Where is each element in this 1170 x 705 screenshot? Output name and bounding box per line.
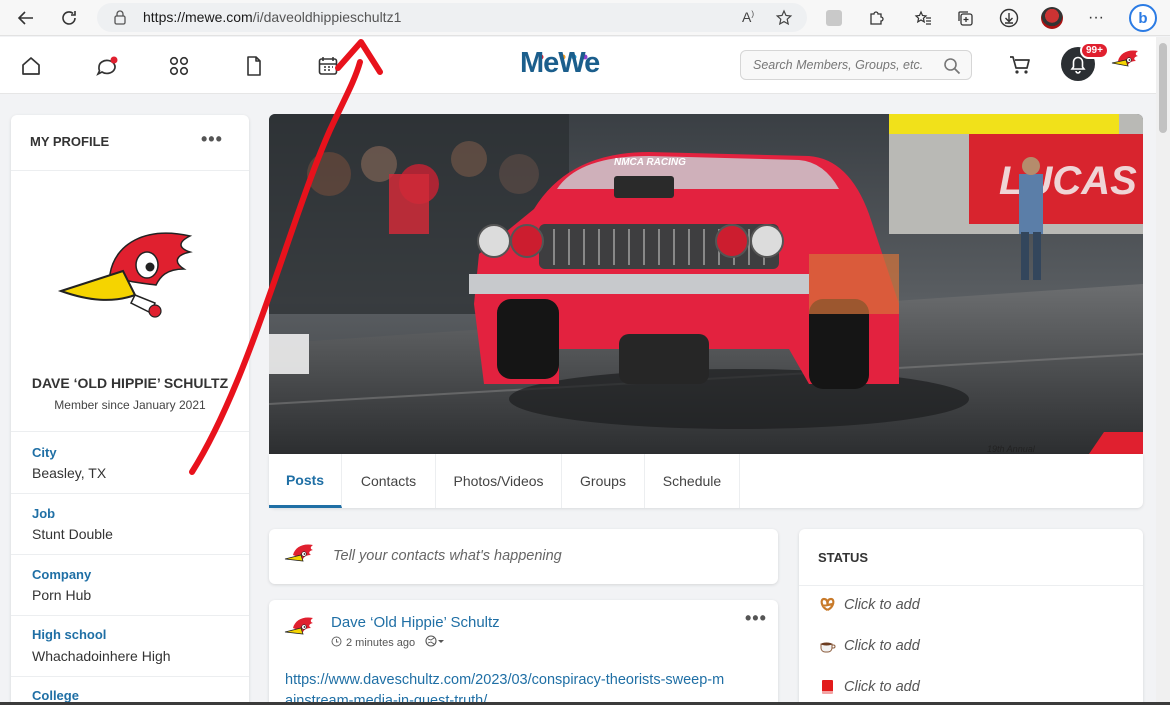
search-placeholder[interactable]: Search Members, Groups, etc. xyxy=(753,58,923,72)
puzzle-icon[interactable] xyxy=(864,6,888,30)
profile-tabs: Posts Contacts Photos/Videos Groups Sche… xyxy=(269,454,1143,508)
site-header: MeWe Search Members, Groups, etc. 99+ xyxy=(0,37,1170,94)
status-add-label[interactable]: Click to add xyxy=(844,638,920,654)
page-scrollbar[interactable] xyxy=(1156,37,1170,705)
document-icon[interactable] xyxy=(244,55,268,79)
job-value: Stunt Double xyxy=(32,526,113,542)
feed-post: Dave ‘Old Hippie’ Schultz ••• 2 minutes … xyxy=(269,600,778,705)
post-link[interactable]: https://www.daveschultz.com/2023/03/cons… xyxy=(285,670,765,705)
favorites-icon[interactable] xyxy=(911,6,935,30)
profile-avatar[interactable] xyxy=(55,199,205,349)
search-input[interactable]: Search Members, Groups, etc. xyxy=(740,50,972,80)
read-aloud-icon[interactable]: A) xyxy=(742,9,754,25)
lock-icon[interactable] xyxy=(113,10,127,30)
tab-contacts[interactable]: Contacts xyxy=(342,454,436,508)
profile-card: MY PROFILE ••• DAVE ‘OLD HIPPIE’ SCHULTZ… xyxy=(11,115,249,705)
city-value: Beasley, TX xyxy=(32,465,107,481)
status-row[interactable]: Click to add xyxy=(819,637,920,654)
college-label: College xyxy=(32,688,79,703)
cover-corner-text: 19th Annual xyxy=(987,444,1036,454)
calendar-icon[interactable] xyxy=(317,55,341,79)
composer-placeholder[interactable]: Tell your contacts what's happening xyxy=(333,548,562,564)
divider xyxy=(11,554,249,555)
post-meta: 2 minutes ago xyxy=(331,635,445,650)
divider xyxy=(11,493,249,494)
notification-badge: 99+ xyxy=(1080,42,1109,59)
profile-more-button[interactable]: ••• xyxy=(201,129,223,150)
book-icon xyxy=(819,678,836,695)
pretzel-icon xyxy=(819,596,836,613)
status-row[interactable]: Click to add xyxy=(819,596,920,613)
browser-toolbar: https://mewe.com/i/daveoldhippieschultz1… xyxy=(0,0,1170,36)
status-row[interactable]: Click to add xyxy=(819,678,920,695)
address-bar[interactable]: https://mewe.com/i/daveoldhippieschultz1… xyxy=(97,3,807,32)
extension-icon[interactable] xyxy=(822,6,846,30)
chat-icon[interactable] xyxy=(95,55,119,79)
url-text[interactable]: https://mewe.com/i/daveoldhippieschultz1 xyxy=(143,9,401,25)
favorite-add-icon[interactable] xyxy=(775,9,793,32)
status-card: STATUS Click to add Click to add Click t… xyxy=(799,529,1143,705)
search-icon[interactable] xyxy=(943,57,961,80)
divider xyxy=(11,615,249,616)
user-avatar[interactable] xyxy=(1108,47,1144,82)
cart-icon[interactable] xyxy=(1008,54,1032,81)
post-composer[interactable]: Tell your contacts what's happening xyxy=(269,529,778,584)
post-time: 2 minutes ago xyxy=(346,636,416,649)
post-more-button[interactable]: ••• xyxy=(745,608,767,629)
refresh-icon[interactable] xyxy=(57,6,81,30)
more-icon[interactable]: ··· xyxy=(1084,6,1108,30)
member-since: Member since January 2021 xyxy=(54,398,206,412)
scrollbar-thumb[interactable] xyxy=(1159,43,1167,133)
high-school-label: High school xyxy=(32,627,107,642)
post-author-avatar[interactable] xyxy=(281,614,321,649)
high-school-value: Whachadoinhere High xyxy=(32,648,171,664)
mewe-logo[interactable]: MeWe xyxy=(520,47,600,80)
company-label: Company xyxy=(32,567,92,582)
coffee-icon xyxy=(819,637,836,654)
groups-icon[interactable] xyxy=(168,55,192,79)
company-value: Porn Hub xyxy=(32,587,92,603)
home-icon[interactable] xyxy=(20,55,44,79)
divider xyxy=(11,676,249,677)
tab-schedule[interactable]: Schedule xyxy=(645,454,740,508)
tab-photos-videos[interactable]: Photos/Videos xyxy=(436,454,562,508)
privacy-icon[interactable] xyxy=(425,635,445,650)
city-label: City xyxy=(32,445,57,460)
divider xyxy=(11,431,249,432)
collections-icon[interactable] xyxy=(953,6,977,30)
status-add-label[interactable]: Click to add xyxy=(844,679,920,695)
profile-icon[interactable] xyxy=(1040,6,1064,30)
composer-avatar xyxy=(281,541,321,576)
tab-posts[interactable]: Posts xyxy=(269,454,342,508)
back-icon[interactable] xyxy=(14,6,38,30)
car-banner-text: NMCA RACING xyxy=(614,157,686,168)
divider xyxy=(11,170,249,171)
status-add-label[interactable]: Click to add xyxy=(844,597,920,613)
status-title: STATUS xyxy=(818,550,869,565)
cover-photo[interactable]: LUCAS NMCA RACING 19th Annual xyxy=(269,114,1143,454)
bing-icon[interactable]: b xyxy=(1128,3,1158,33)
clock-icon xyxy=(331,636,342,650)
profile-card-title: MY PROFILE xyxy=(30,134,110,149)
divider xyxy=(799,585,1143,586)
downloads-icon[interactable] xyxy=(997,6,1021,30)
tab-groups[interactable]: Groups xyxy=(562,454,645,508)
post-author-name[interactable]: Dave ‘Old Hippie’ Schultz xyxy=(331,614,500,631)
job-label: Job xyxy=(32,506,56,521)
profile-name: DAVE ‘OLD HIPPIE’ SCHULTZ xyxy=(31,375,229,391)
